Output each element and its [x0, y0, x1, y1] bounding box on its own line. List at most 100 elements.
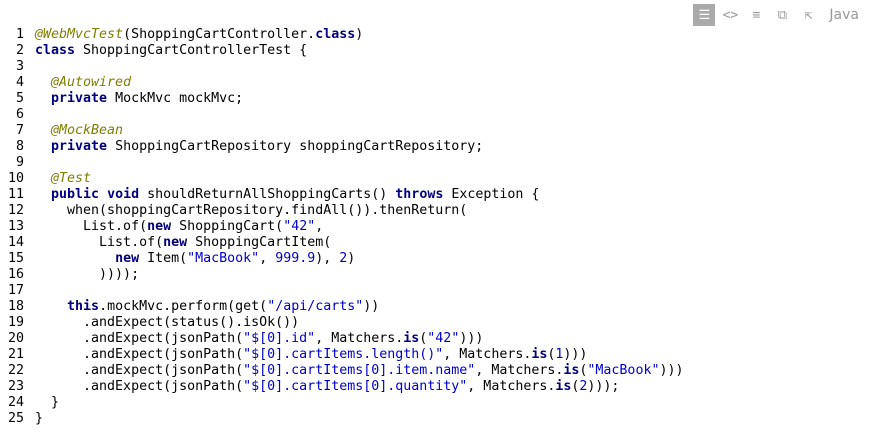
code-token: private	[51, 139, 108, 154]
wrap-icon[interactable]: ≡	[745, 4, 767, 26]
line-number: 6	[15, 107, 24, 122]
line-number: 11	[7, 187, 24, 202]
line-text: @MockBean	[35, 123, 123, 139]
line-number: 20	[7, 331, 24, 346]
view-source-icon[interactable]: ☰	[693, 4, 716, 26]
code-line: 2 class ShoppingCartControllerTest {	[0, 43, 869, 59]
code-token: (ShoppingCartController.	[123, 27, 316, 42]
code-token: @Autowired	[51, 75, 132, 90]
code-token: )))	[659, 363, 684, 378]
line-number: 18	[7, 299, 24, 314]
code-token: "42"	[427, 331, 460, 346]
code-token: throws	[395, 187, 444, 202]
line-text: new Item("MacBook", 999.9), 2)	[35, 251, 355, 267]
line-number: 9	[15, 155, 24, 170]
code-token: is	[531, 347, 548, 362]
line-text: @WebMvcTest(ShoppingCartController.class…	[35, 27, 363, 43]
code-token: shouldReturnAllShoppingCarts()	[139, 187, 396, 202]
line-text: .andExpect(jsonPath("$[0].id", Matchers.…	[35, 331, 483, 347]
code-lines: 1 @WebMvcTest(ShoppingCartController.clas…	[0, 27, 869, 427]
code-token: ShoppingCart(	[171, 219, 284, 234]
code-token: "/api/carts"	[267, 299, 364, 314]
code-token: private	[51, 91, 108, 106]
code-token: , Matchers.	[443, 347, 532, 362]
code-token: ShoppingCartControllerTest {	[75, 43, 308, 58]
code-line: 16 ))));	[0, 267, 869, 283]
code-line: 23 .andExpect(jsonPath("$[0].cartItems[0…	[0, 379, 869, 395]
line-number: 23	[7, 379, 24, 394]
line-text: }	[35, 411, 43, 427]
code-token: MockMvc mockMvc;	[107, 91, 244, 106]
code-token: )))	[563, 347, 588, 362]
line-number: 10	[7, 171, 24, 186]
code-token: is	[563, 363, 580, 378]
line-number: 19	[7, 315, 24, 330]
line-number: 24	[7, 395, 24, 410]
line-number: 17	[7, 283, 24, 298]
line-text: List.of(new ShoppingCartItem(	[35, 235, 331, 251]
code-line: 5 private MockMvc mockMvc;	[0, 91, 869, 107]
code-line: 7 @MockBean	[0, 123, 869, 139]
code-token: , Matchers.	[315, 331, 404, 346]
code-line: 20 .andExpect(jsonPath("$[0].id", Matche…	[0, 331, 869, 347]
code-token: ,	[315, 219, 324, 234]
line-number: 5	[15, 91, 24, 106]
code-token: when(shoppingCartRepository.findAll()).t…	[35, 203, 468, 218]
code-block: ☰ <> ≡ ⧉ ⇱ Java 1 @WebMvcTest(ShoppingCar…	[0, 0, 869, 435]
code-token: }	[35, 395, 60, 410]
line-text: @Autowired	[35, 75, 131, 91]
code-line: 4 @Autowired	[0, 75, 869, 91]
code-line: 24 }	[0, 395, 869, 411]
line-text: @Test	[35, 171, 91, 187]
code-token: ))));	[35, 267, 140, 282]
line-text: when(shoppingCartRepository.findAll()).t…	[35, 203, 467, 219]
code-token: "42"	[283, 219, 316, 234]
code-token: )));	[587, 379, 620, 394]
code-token: "$[0].id"	[243, 331, 316, 346]
code-token: )	[355, 27, 364, 42]
code-line: 14 List.of(new ShoppingCartItem(	[0, 235, 869, 251]
code-line: 21 .andExpect(jsonPath("$[0].cartItems.l…	[0, 347, 869, 363]
popup-icon[interactable]: ⇱	[797, 4, 819, 26]
code-line: 19 .andExpect(status().isOk())	[0, 315, 869, 331]
code-token: "MacBook"	[587, 363, 660, 378]
code-line: 22 .andExpect(jsonPath("$[0].cartItems[0…	[0, 363, 869, 379]
code-icon[interactable]: <>	[719, 4, 741, 26]
code-line: 1 @WebMvcTest(ShoppingCartController.clas…	[0, 27, 869, 43]
code-token: ),	[315, 251, 340, 266]
code-line: 6	[0, 107, 869, 123]
code-token: new	[115, 251, 140, 266]
line-number: 22	[7, 363, 24, 378]
code-line: 18 this.mockMvc.perform(get("/api/carts"…	[0, 299, 869, 315]
code-token: 999.9	[275, 251, 316, 266]
code-token: @Test	[51, 171, 92, 186]
line-text: this.mockMvc.perform(get("/api/carts"))	[35, 299, 379, 315]
code-token: )	[347, 251, 356, 266]
code-token: ))	[363, 299, 380, 314]
code-token: void	[107, 187, 140, 202]
code-token: class	[315, 27, 356, 42]
code-token: "$[0].cartItems[0].item.name"	[243, 363, 476, 378]
code-token: public	[51, 187, 100, 202]
copy-icon[interactable]: ⧉	[771, 4, 793, 26]
code-token: new	[163, 235, 188, 250]
code-token: .mockMvc.perform(get(	[99, 299, 268, 314]
code-line: 8 private ShoppingCartRepository shoppin…	[0, 139, 869, 155]
line-text: class ShoppingCartControllerTest {	[35, 43, 307, 59]
line-text: .andExpect(jsonPath("$[0].cartItems[0].q…	[35, 379, 619, 395]
line-number: 16	[7, 267, 24, 282]
line-number: 15	[7, 251, 24, 266]
code-token: , Matchers.	[475, 363, 564, 378]
line-number: 4	[15, 75, 24, 90]
line-text: private MockMvc mockMvc;	[35, 91, 243, 107]
line-text: List.of(new ShoppingCart("42",	[35, 219, 323, 235]
code-token: class	[35, 43, 76, 58]
line-number: 2	[15, 43, 24, 58]
code-token: @WebMvcTest	[35, 27, 124, 42]
code-token: .andExpect(jsonPath(	[35, 347, 244, 362]
